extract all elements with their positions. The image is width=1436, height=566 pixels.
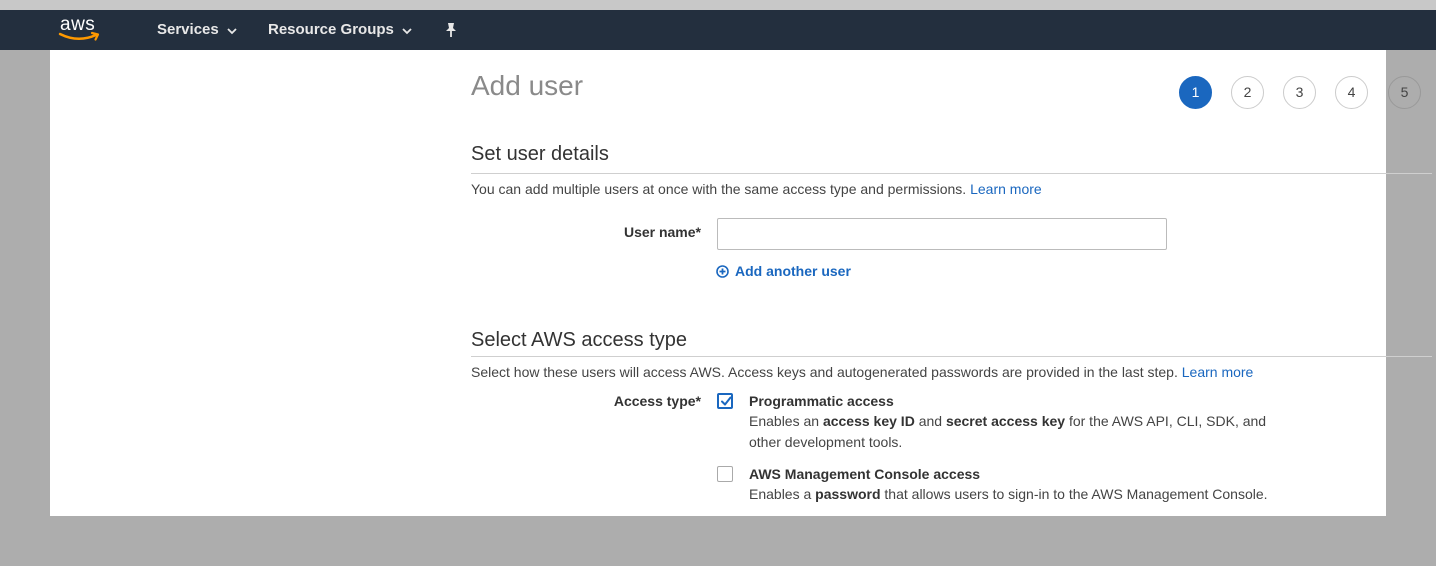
select-access-type-heading: Select AWS access type [471,329,688,351]
desc-bold: password [815,486,881,502]
learn-more-link[interactable]: Learn more [970,181,1042,197]
add-another-user-button[interactable]: Add another user [716,263,851,279]
browser-top-strip [0,0,1436,10]
chevron-down-icon [227,22,237,39]
pin-icon[interactable] [444,22,458,43]
services-label: Services [157,21,219,38]
plus-circle-icon [716,265,729,278]
resource-groups-label: Resource Groups [268,21,394,38]
page-title: Add user [471,70,584,101]
section-divider [471,356,1432,357]
desc-text: Enables a [749,486,812,502]
desc-text: and [918,413,943,429]
user-details-description-text: You can add multiple users at once with … [471,181,967,197]
access-type-description: Select how these users will access AWS. … [471,364,1253,380]
desc-bold: access key ID [822,413,915,429]
user-details-description: You can add multiple users at once with … [471,181,1042,197]
access-type-description-text: Select how these users will access AWS. … [471,364,1178,380]
set-user-details-heading: Set user details [471,143,609,165]
desc-text: Enables an [749,413,820,429]
programmatic-access-title: Programmatic access [749,393,894,409]
aws-smile-icon [58,31,100,41]
access-type-label: Access type* [613,393,701,409]
console-access-description: Enables a password that allows users to … [749,484,1309,505]
step-5[interactable]: 5 [1388,76,1421,109]
checkmark-icon [721,396,732,406]
resource-groups-menu[interactable]: Resource Groups [268,21,412,39]
step-4[interactable]: 4 [1335,76,1368,109]
user-name-input[interactable] [717,218,1167,250]
console-access-title: AWS Management Console access [749,466,981,482]
desc-text: that allows users to sign-in to the AWS … [884,486,1268,502]
user-name-label: User name* [623,224,701,240]
step-1[interactable]: 1 [1179,76,1212,109]
aws-navbar: aws Services Resource Groups [0,10,1436,50]
desc-bold: secret access key [945,413,1066,429]
services-menu[interactable]: Services [157,21,237,39]
programmatic-access-checkbox[interactable] [717,393,733,409]
chevron-down-icon [402,22,412,39]
learn-more-link[interactable]: Learn more [1182,364,1254,380]
programmatic-access-description: Enables an access key ID and secret acce… [749,411,1279,453]
step-3[interactable]: 3 [1283,76,1316,109]
add-another-user-label: Add another user [735,263,851,279]
step-2[interactable]: 2 [1231,76,1264,109]
aws-logo[interactable]: aws [58,14,104,45]
console-access-checkbox[interactable] [717,466,733,482]
section-divider [471,173,1432,174]
